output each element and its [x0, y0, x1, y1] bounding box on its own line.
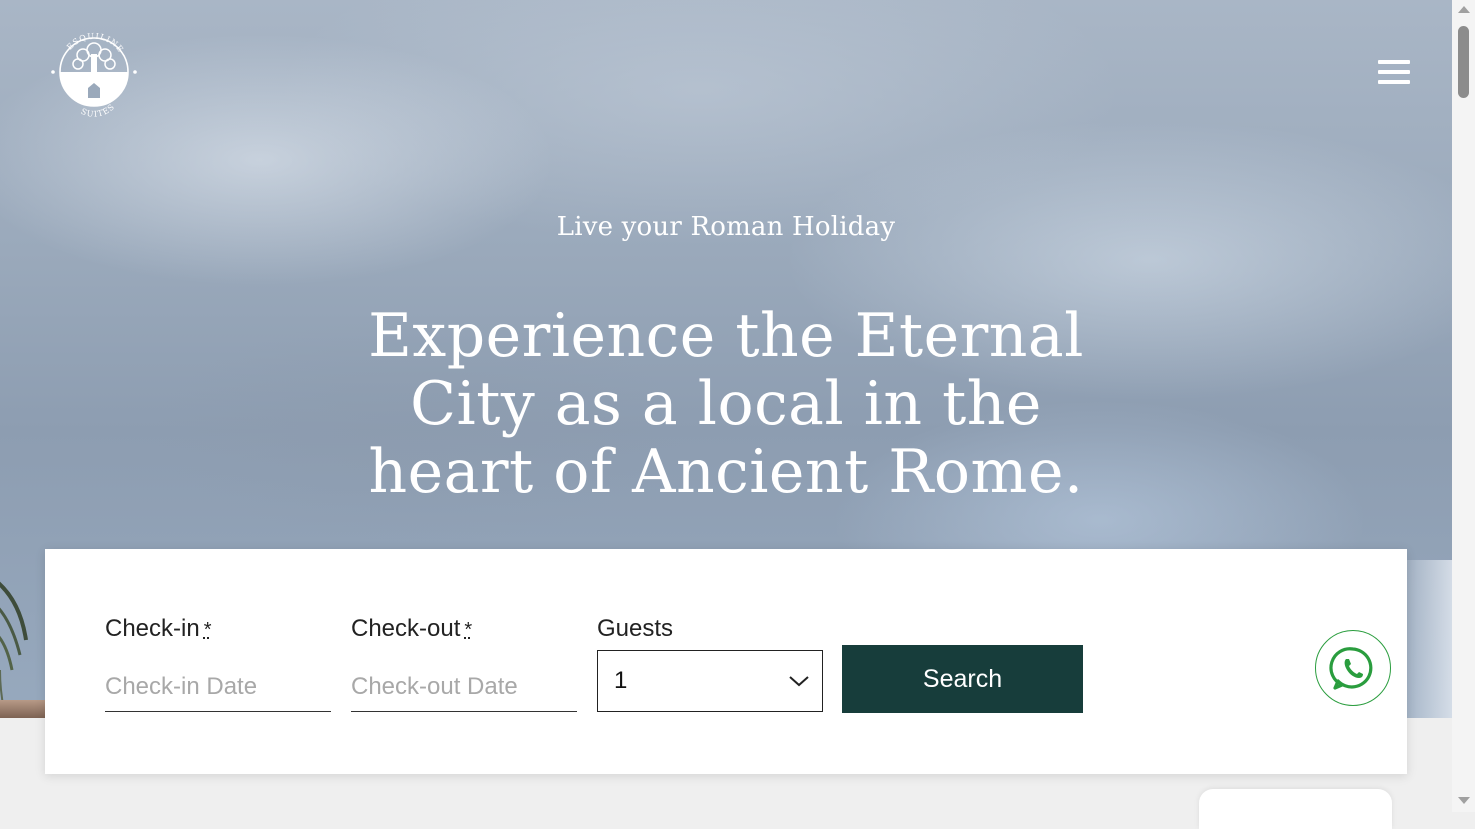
whatsapp-button[interactable]	[1315, 630, 1391, 706]
required-marker: *	[203, 619, 212, 641]
menu-line	[1378, 60, 1410, 64]
guests-value: 1	[614, 667, 628, 694]
required-marker: *	[464, 619, 473, 641]
checkin-field: Check-in *	[105, 615, 331, 712]
menu-line	[1378, 80, 1410, 84]
menu-line	[1378, 70, 1410, 74]
whatsapp-icon	[1329, 647, 1373, 690]
hamburger-menu-icon[interactable]	[1378, 58, 1410, 86]
hero-headline: Experience the Eternal City as a local i…	[368, 301, 1084, 507]
checkin-label: Check-in *	[105, 615, 212, 642]
scroll-down-arrow-icon[interactable]	[1458, 797, 1470, 804]
checkin-date-input[interactable]	[105, 662, 331, 712]
guests-label: Guests	[597, 615, 674, 642]
chat-widget-tab[interactable]	[1199, 789, 1392, 829]
search-button[interactable]: Search	[842, 645, 1083, 713]
checkout-field: Check-out *	[351, 615, 577, 712]
hero-tagline: Live your Roman Holiday	[556, 212, 896, 242]
palm-tree-image	[0, 581, 28, 711]
scroll-thumb[interactable]	[1458, 26, 1469, 98]
guests-field: Guests 1	[597, 615, 823, 712]
checkout-label: Check-out *	[351, 615, 473, 642]
chevron-down-icon	[789, 676, 809, 687]
checkout-date-input[interactable]	[351, 662, 577, 712]
booking-form: Check-in* Check-out* Guests 1 Search	[45, 549, 1407, 774]
page-scrollbar[interactable]	[1452, 0, 1475, 812]
guests-select[interactable]: 1	[597, 650, 823, 712]
esquiline-suites-logo[interactable]: ESQUILINE SUITES	[48, 28, 140, 118]
scroll-up-arrow-icon[interactable]	[1458, 6, 1470, 13]
